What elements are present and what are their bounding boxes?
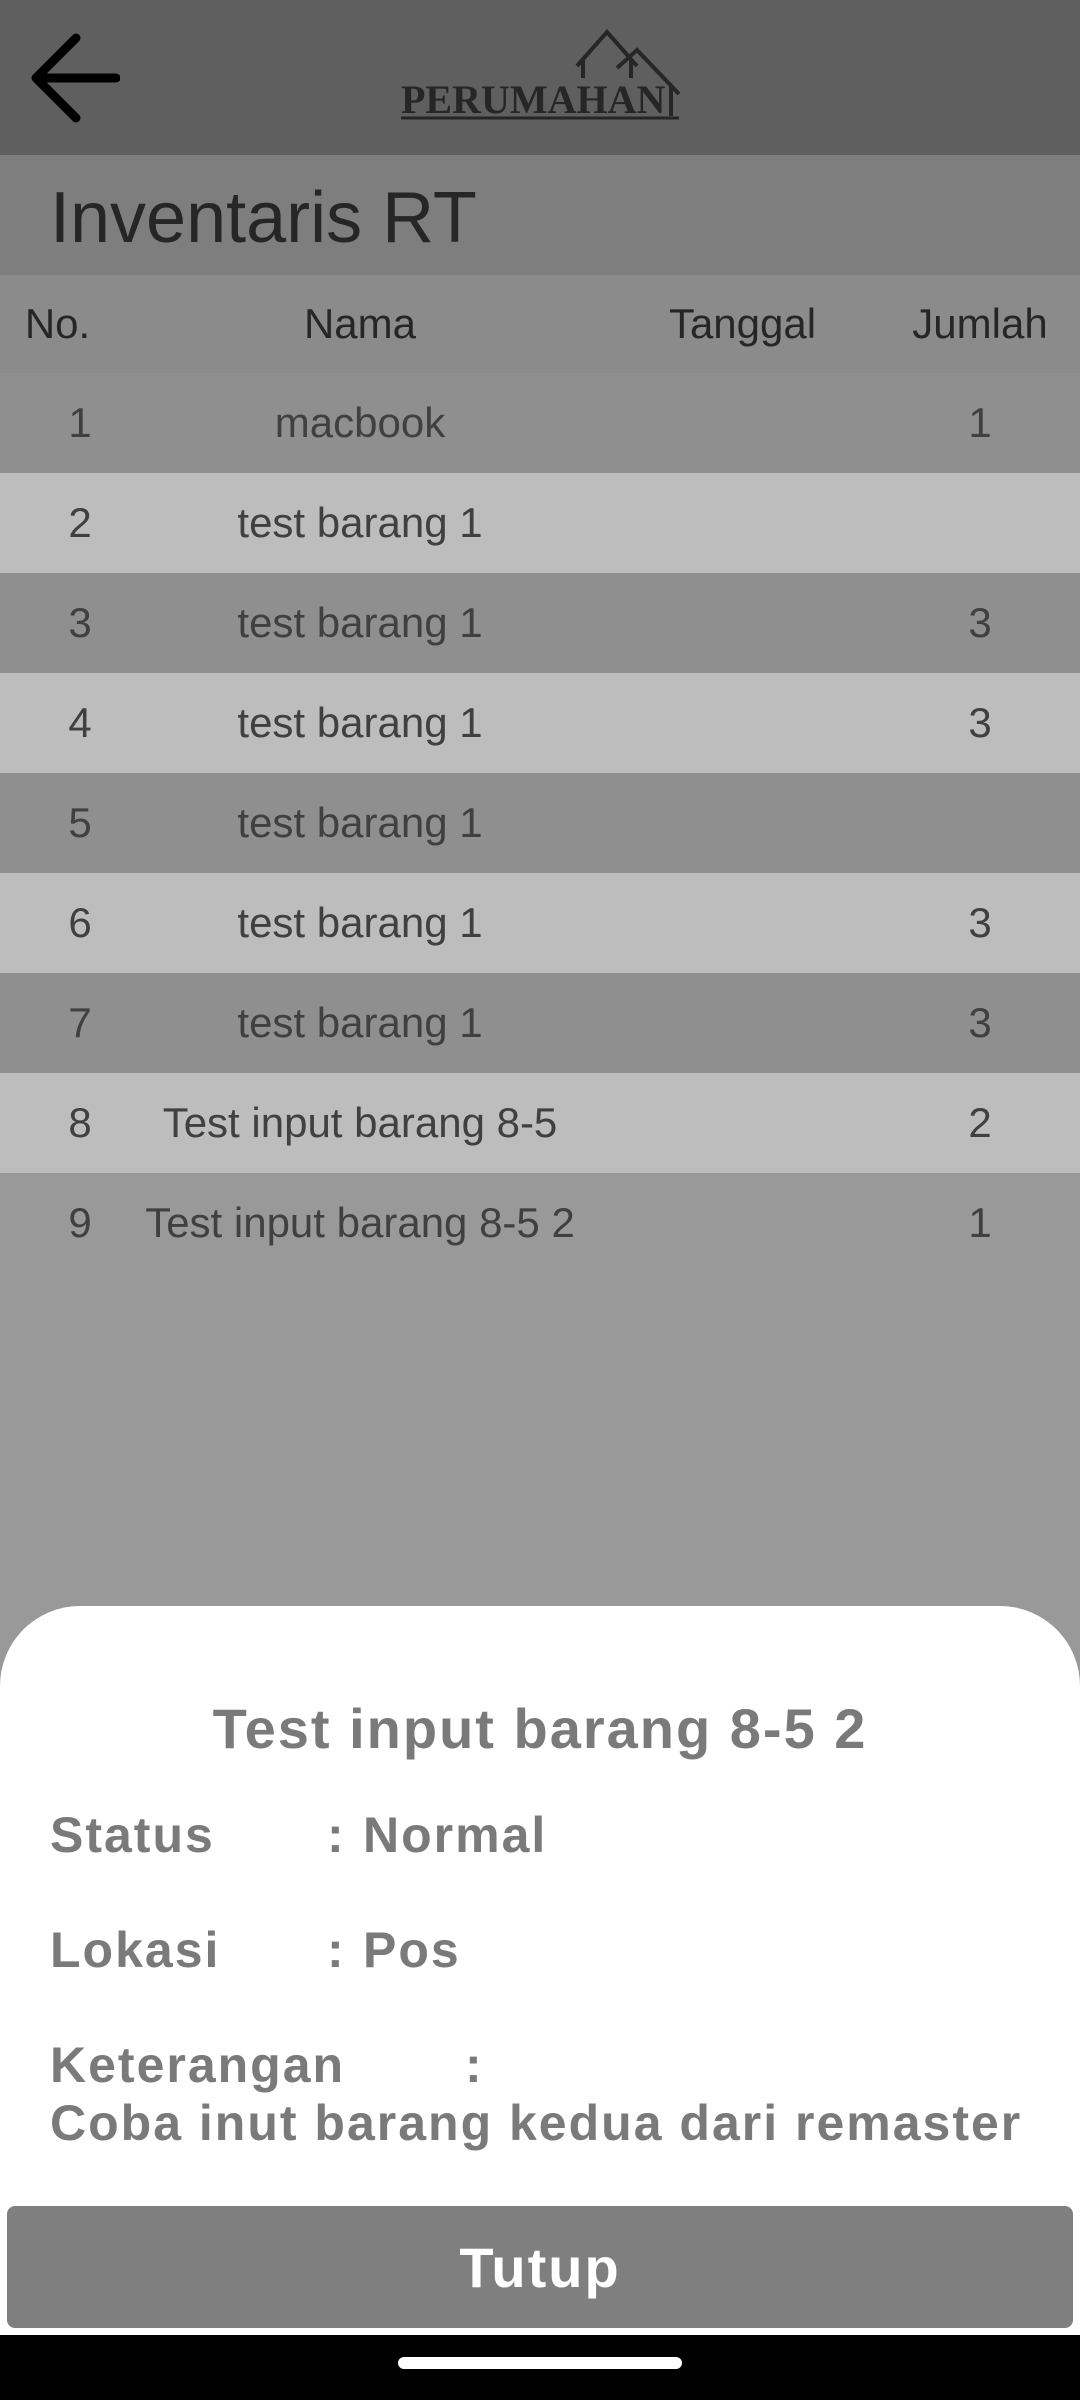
cell-nama: test barang 1 bbox=[237, 899, 483, 946]
logo: PERUMAHAN bbox=[395, 26, 685, 126]
cell-jumlah: 3 bbox=[968, 999, 992, 1046]
keterangan-value: Coba inut barang kedua dari remaster bbox=[50, 2095, 1023, 2151]
keterangan-colon: : bbox=[465, 2037, 484, 2093]
cell-nama: Test input barang 8-5 bbox=[162, 1099, 558, 1146]
status-colon: : bbox=[327, 1807, 346, 1863]
cell-jumlah: 3 bbox=[968, 599, 992, 646]
cell-nama: macbook bbox=[274, 399, 446, 446]
cell-tanggal bbox=[605, 773, 880, 873]
table-row[interactable]: 7 test barang 1 3 bbox=[0, 973, 1080, 1073]
table-header: No. Nama Tanggal Jumlah bbox=[0, 275, 1080, 373]
cell-nama: Test input barang 8-5 2 bbox=[145, 1199, 575, 1246]
column-header-no: No. bbox=[24, 300, 91, 347]
cell-tanggal bbox=[605, 873, 880, 973]
cell-tanggal bbox=[605, 673, 880, 773]
cell-jumlah: 2 bbox=[968, 1099, 992, 1146]
app-bar: PERUMAHAN bbox=[0, 0, 1080, 155]
sheet-title: Test input barang 8-5 2 bbox=[212, 1697, 868, 1760]
status-row: Status : Normal bbox=[50, 1806, 545, 1864]
cell-nama: test barang 1 bbox=[237, 499, 483, 546]
lokasi-row: Lokasi : Pos bbox=[50, 1921, 459, 1979]
cell-nama: test barang 1 bbox=[237, 999, 483, 1046]
home-gesture-handle[interactable] bbox=[398, 2357, 682, 2369]
table-row[interactable]: 9 Test input barang 8-5 2 1 bbox=[0, 1173, 1080, 1273]
arrow-left-icon bbox=[31, 33, 120, 123]
column-header-jumlah: Jumlah bbox=[912, 300, 1048, 347]
cell-jumlah bbox=[880, 773, 1080, 873]
table-row[interactable]: 5 test barang 1 bbox=[0, 773, 1080, 873]
lokasi-value: Pos bbox=[363, 1922, 461, 1978]
status-label: Status bbox=[50, 1807, 215, 1863]
close-button[interactable]: Tutup bbox=[7, 2206, 1073, 2328]
logo-text: PERUMAHAN bbox=[401, 77, 666, 122]
status-value: Normal bbox=[363, 1807, 548, 1863]
cell-jumlah: 3 bbox=[968, 899, 992, 946]
table-row[interactable]: 4 test barang 1 3 bbox=[0, 673, 1080, 773]
system-nav-bar bbox=[0, 2335, 1080, 2400]
table-row[interactable]: 2 test barang 1 bbox=[0, 473, 1080, 573]
lokasi-label: Lokasi bbox=[50, 1922, 221, 1978]
lokasi-colon: : bbox=[327, 1922, 346, 1978]
cell-jumlah: 3 bbox=[968, 699, 992, 746]
cell-tanggal bbox=[605, 1173, 880, 1273]
keterangan-row: Keterangan : bbox=[50, 2036, 482, 2094]
table-row[interactable]: 1 macbook 1 bbox=[0, 373, 1080, 473]
cell-tanggal bbox=[605, 473, 880, 573]
cell-nama: test barang 1 bbox=[237, 699, 483, 746]
column-header-tanggal: Tanggal bbox=[668, 300, 817, 347]
cell-tanggal bbox=[605, 373, 880, 473]
cell-tanggal bbox=[605, 573, 880, 673]
cell-nama: test barang 1 bbox=[237, 599, 483, 646]
cell-tanggal bbox=[605, 1073, 880, 1173]
table-row[interactable]: 8 Test input barang 8-5 2 bbox=[0, 1073, 1080, 1173]
title-bar: Inventaris RT bbox=[0, 155, 1080, 275]
table-row[interactable]: 3 test barang 1 3 bbox=[0, 573, 1080, 673]
keterangan-label: Keterangan bbox=[50, 2037, 346, 2093]
cell-tanggal bbox=[605, 973, 880, 1073]
table-row[interactable]: 6 test barang 1 3 bbox=[0, 873, 1080, 973]
page-title: Inventaris RT bbox=[50, 178, 477, 258]
detail-bottom-sheet: Test input barang 8-5 2 Status : Normal … bbox=[0, 1606, 1080, 2335]
back-button[interactable] bbox=[22, 28, 126, 128]
cell-jumlah: 1 bbox=[968, 399, 992, 446]
cell-jumlah bbox=[880, 473, 1080, 573]
cell-nama: test barang 1 bbox=[237, 799, 483, 846]
cell-jumlah: 1 bbox=[968, 1199, 992, 1246]
column-header-nama: Nama bbox=[303, 300, 417, 347]
